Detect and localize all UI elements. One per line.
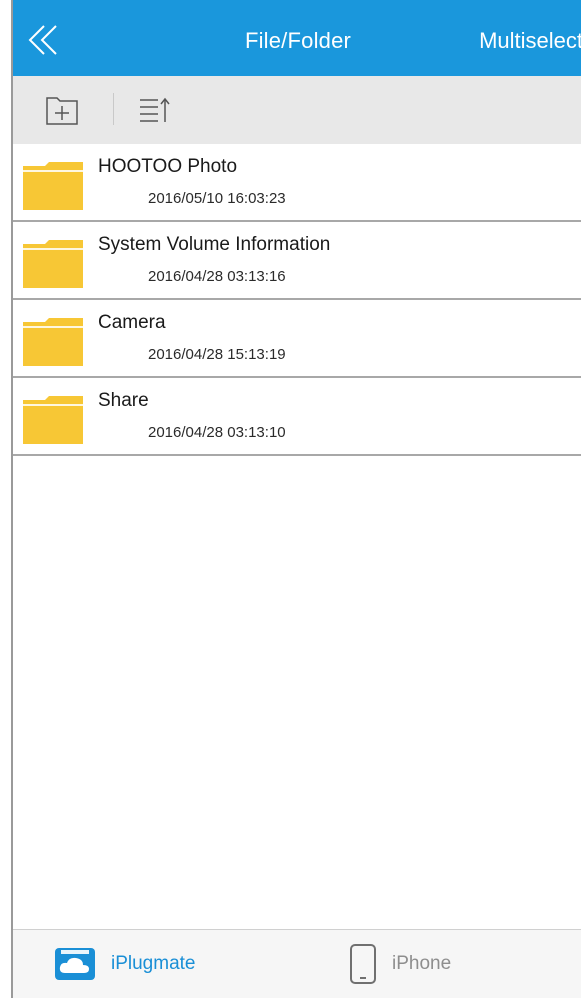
- new-folder-icon: [46, 97, 78, 125]
- phone-icon: [350, 944, 376, 984]
- folder-icon: [23, 162, 83, 210]
- list-item[interactable]: System Volume Information 2016/04/28 03:…: [13, 222, 581, 300]
- toolbar: [13, 76, 581, 144]
- file-name: Camera: [98, 312, 166, 333]
- file-date: 2016/04/28 15:13:19: [148, 346, 286, 363]
- list-item[interactable]: HOOTOO Photo 2016/05/10 16:03:23: [13, 144, 581, 222]
- tab-bar: iPlugmate iPhone: [13, 929, 581, 998]
- navigation-bar: File/Folder Multiselect: [13, 0, 581, 76]
- list-item[interactable]: Share 2016/04/28 03:13:10: [13, 378, 581, 456]
- file-list: HOOTOO Photo 2016/05/10 16:03:23 System …: [13, 144, 581, 456]
- toolbar-divider: [113, 93, 114, 125]
- multiselect-button[interactable]: Multiselect: [479, 28, 581, 54]
- file-date: 2016/04/28 03:13:10: [148, 424, 286, 441]
- sort-button[interactable]: [136, 92, 176, 128]
- file-name: HOOTOO Photo: [98, 156, 238, 177]
- file-date: 2016/04/28 03:13:16: [148, 268, 286, 285]
- folder-icon: [23, 318, 83, 366]
- sort-list-icon: [140, 97, 170, 122]
- folder-icon: [23, 396, 83, 444]
- list-item[interactable]: Camera 2016/04/28 15:13:19: [13, 300, 581, 378]
- cloud-drive-icon: [55, 948, 95, 980]
- tab-label: iPlugmate: [111, 953, 196, 974]
- app-window: File/Folder Multiselect HOOTOO Photo 201…: [11, 0, 581, 998]
- tab-iphone[interactable]: iPhone: [348, 930, 451, 998]
- file-date: 2016/05/10 16:03:23: [148, 190, 286, 207]
- tab-label: iPhone: [392, 953, 452, 974]
- tab-iplugmate[interactable]: iPlugmate: [53, 930, 196, 998]
- folder-icon: [23, 240, 83, 288]
- file-name: System Volume Information: [98, 234, 331, 255]
- new-folder-button[interactable]: [43, 92, 83, 128]
- file-name: Share: [98, 390, 149, 411]
